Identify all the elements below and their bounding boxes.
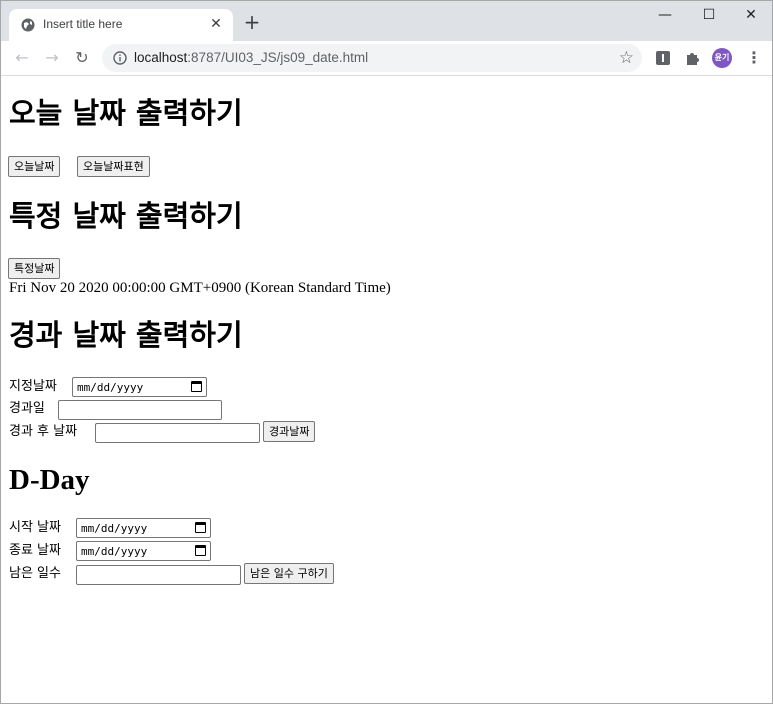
elapsed-result-input[interactable] xyxy=(95,423,260,443)
menu-kebab-icon[interactable]: ⋮ xyxy=(746,48,762,68)
tab-close-icon[interactable]: ✕ xyxy=(207,15,225,33)
back-arrow-icon[interactable]: ← xyxy=(12,48,32,68)
date-placeholder: mm/dd/yyyy xyxy=(81,522,148,535)
end-date-input[interactable]: mm/dd/yyyy xyxy=(76,541,211,561)
profile-avatar[interactable]: 윤기 xyxy=(712,48,732,68)
remaining-days-input[interactable] xyxy=(76,565,241,585)
new-tab-button[interactable]: + xyxy=(242,12,262,32)
label-after: 경과 후 날짜 xyxy=(9,424,78,439)
label-date: 지정날짜 xyxy=(9,379,57,394)
date-placeholder: mm/dd/yyyy xyxy=(81,545,148,558)
url-host: localhost xyxy=(134,50,188,65)
info-icon[interactable] xyxy=(113,51,127,65)
today-button[interactable]: 오늘날짜 xyxy=(8,156,61,177)
heading-dday: D-Day xyxy=(9,464,90,496)
globe-icon xyxy=(21,18,35,32)
date-placeholder: mm/dd/yyyy xyxy=(77,381,144,394)
start-date-input[interactable]: mm/dd/yyyy xyxy=(76,518,211,538)
url-text: localhost:8787/UI03_JS/js09_date.html xyxy=(134,50,368,65)
elapsed-button[interactable]: 경과날짜 xyxy=(263,421,316,442)
reload-icon[interactable]: ↻ xyxy=(72,48,92,68)
browser-tab[interactable]: Insert title here ✕ xyxy=(9,9,233,41)
browser-window: Insert title here ✕ + — ☐ ✕ ← → ↻ localh… xyxy=(0,0,773,704)
tab-title: Insert title here xyxy=(43,17,123,31)
extension-icon[interactable] xyxy=(654,49,672,67)
today-format-button[interactable]: 오늘날짜표현 xyxy=(77,156,150,177)
label-start: 시작 날짜 xyxy=(9,520,61,535)
specific-date-button[interactable]: 특정날짜 xyxy=(8,258,61,279)
specific-date-output: Fri Nov 20 2020 00:00:00 GMT+0900 (Korea… xyxy=(9,280,391,296)
label-remaining: 남은 일수 xyxy=(9,566,61,581)
label-days: 경과일 xyxy=(9,401,45,416)
heading-today: 오늘 날짜 출력하기 xyxy=(9,96,243,130)
elapsed-days-input[interactable] xyxy=(58,400,222,420)
bookmark-star-icon[interactable]: ☆ xyxy=(619,48,634,68)
heading-elapsed: 경과 날짜 출력하기 xyxy=(9,318,243,352)
heading-specific: 특정 날짜 출력하기 xyxy=(9,199,243,233)
calendar-icon[interactable] xyxy=(195,522,206,533)
minimize-button[interactable]: — xyxy=(643,1,687,31)
maximize-button[interactable]: ☐ xyxy=(687,1,731,31)
calendar-icon[interactable] xyxy=(195,545,206,556)
forward-arrow-icon[interactable]: → xyxy=(42,48,62,68)
close-window-button[interactable]: ✕ xyxy=(729,1,772,31)
elapsed-date-input[interactable]: mm/dd/yyyy xyxy=(72,377,207,397)
label-end: 종료 날짜 xyxy=(9,543,61,558)
url-path: :8787/UI03_JS/js09_date.html xyxy=(187,50,369,65)
puzzle-extensions-icon[interactable] xyxy=(683,49,701,67)
title-bar: Insert title here ✕ + — ☐ ✕ xyxy=(1,1,772,41)
calendar-icon[interactable] xyxy=(191,381,202,392)
remaining-days-button[interactable]: 남은 일수 구하기 xyxy=(244,563,334,584)
address-bar[interactable]: localhost:8787/UI03_JS/js09_date.html ☆ xyxy=(102,44,642,72)
browser-toolbar: ← → ↻ localhost:8787/UI03_JS/js09_date.h… xyxy=(1,41,772,76)
